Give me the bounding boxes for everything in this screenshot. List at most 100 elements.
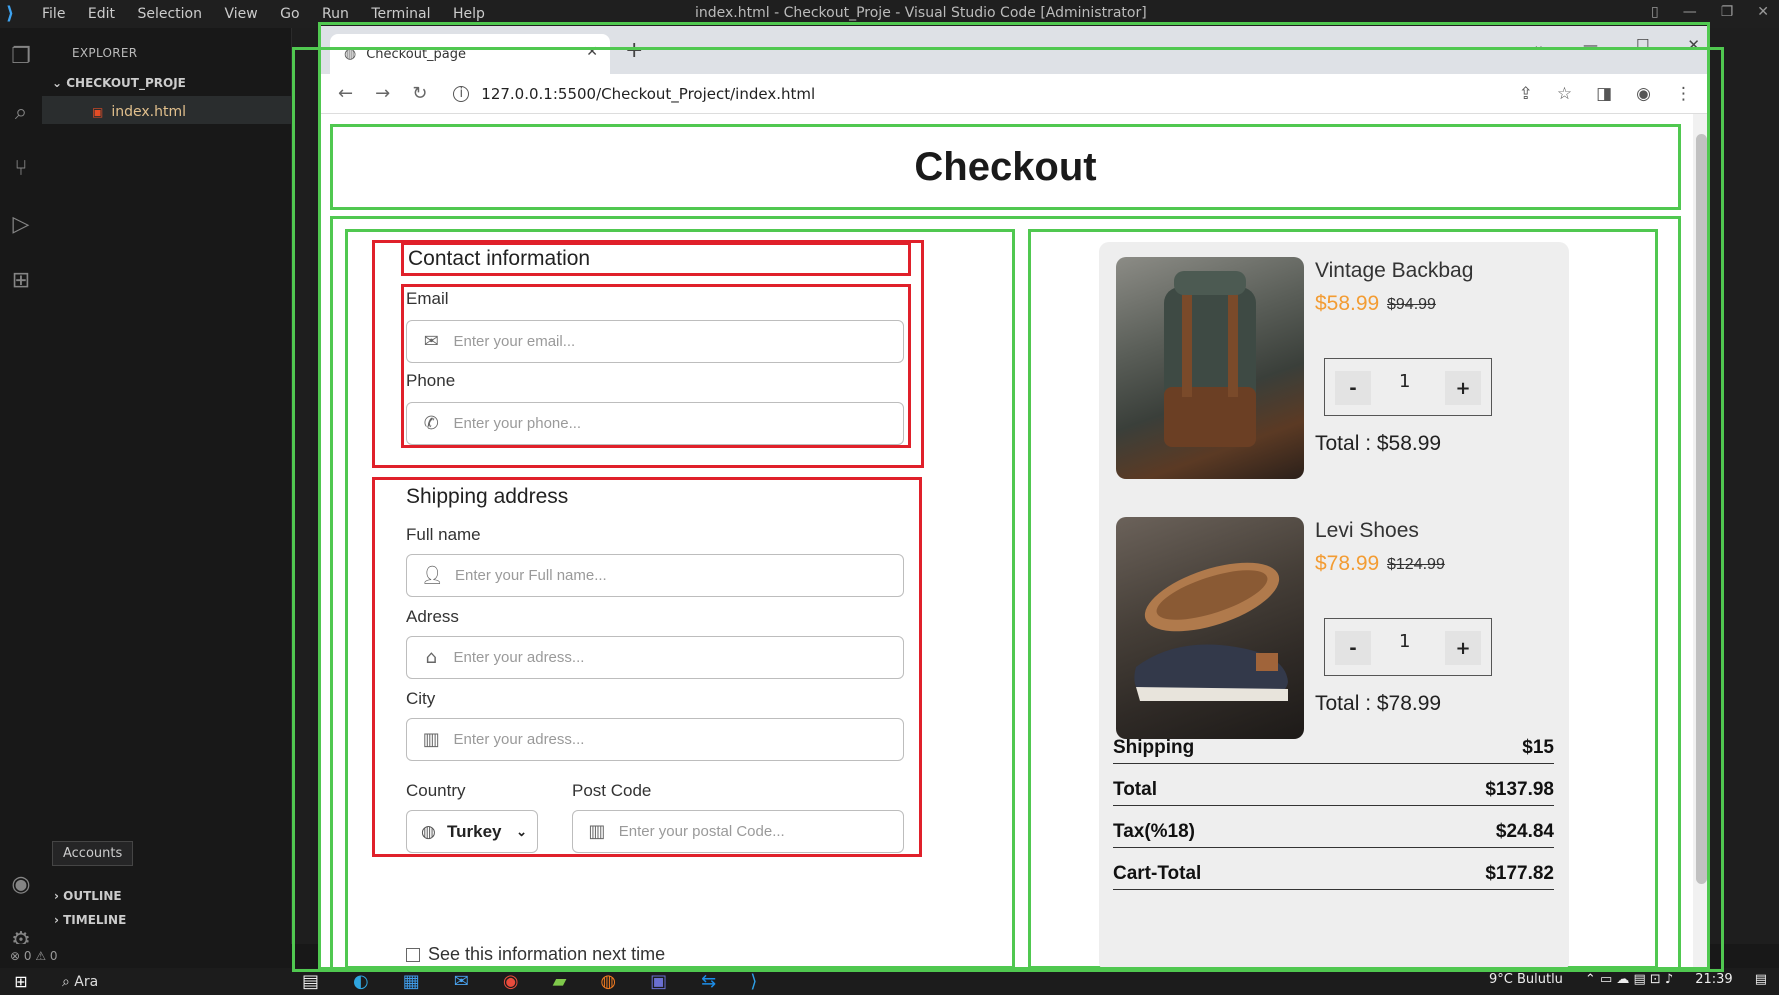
mail-icon[interactable]: ✉ [454, 971, 469, 992]
chevron-down-icon: ⌄ [516, 823, 527, 839]
site-info-icon[interactable]: i [453, 85, 470, 102]
run-debug-icon[interactable]: ▷ [0, 196, 42, 252]
task-view-icon[interactable]: ▤ [302, 971, 319, 992]
country-select[interactable]: ◍ Turkey ⌄ [406, 810, 538, 853]
address-field[interactable]: ⌂ [406, 636, 904, 679]
store-icon[interactable]: ▦ [403, 971, 420, 992]
menu-selection[interactable]: Selection [137, 6, 202, 22]
phone-field[interactable]: ✆ [406, 402, 904, 445]
city-field[interactable]: ▥ [406, 718, 904, 761]
summary-row-total: Total $137.98 [1113, 776, 1554, 806]
tab-close-icon[interactable]: ✕ [586, 44, 598, 60]
qty-value[interactable]: 1 [1399, 371, 1410, 392]
timeline-label: TIMELINE [63, 913, 127, 927]
html-file-icon: ▣ [92, 105, 104, 119]
address-label: Adress [406, 607, 459, 626]
explorer-icon[interactable]: ❐ [0, 28, 42, 84]
clock[interactable]: 21:39 [1695, 972, 1732, 987]
minimize-icon[interactable]: — [1683, 4, 1697, 20]
reload-icon[interactable]: ↻ [412, 83, 427, 104]
scrollbar-thumb[interactable] [1696, 134, 1707, 884]
menu-view[interactable]: View [224, 6, 257, 22]
share-icon[interactable]: ⇪ [1519, 84, 1533, 104]
chrome-icon[interactable]: ◉ [503, 971, 519, 992]
increase-qty-button[interactable]: + [1445, 631, 1481, 665]
file-item-index[interactable]: ▣ index.html [42, 96, 291, 124]
product-price: $78.99 [1315, 552, 1380, 575]
new-tab-icon[interactable]: + [625, 38, 643, 63]
tab-search-chevron-icon[interactable]: ⌄ [1532, 36, 1545, 54]
menu-go[interactable]: Go [280, 6, 299, 22]
folder-item[interactable]: ⌄ CHECKOUT_PROJE [42, 60, 291, 90]
browser-window-controls: ⌄ — ☐ ✕ [1532, 36, 1700, 54]
explorer-sidebar: EXPLORER ⌄ CHECKOUT_PROJE ▣ index.html › … [42, 28, 292, 968]
browser-actions: ⇪ ☆ ◨ ◉ ⋮ [1519, 84, 1692, 104]
email-field[interactable]: ✉ [406, 320, 904, 363]
side-panel-icon[interactable]: ◨ [1596, 84, 1612, 104]
layout-icon[interactable]: ▯ [1651, 4, 1659, 20]
save-info-row[interactable]: See this information next time [406, 944, 665, 965]
accounts-icon[interactable]: ◉ [0, 856, 42, 912]
teams-icon[interactable]: ▣ [650, 971, 667, 992]
decrease-qty-button[interactable]: - [1335, 371, 1371, 405]
activity-bar: ❐ ⌕ ⑂ ▷ ⊞ ◉ ⚙ [0, 28, 42, 968]
email-input[interactable] [453, 333, 903, 350]
browser-maximize-icon[interactable]: ☐ [1636, 36, 1649, 54]
bookmark-star-icon[interactable]: ☆ [1557, 84, 1572, 104]
taskbar-search[interactable]: ⌕ Ara [62, 974, 262, 990]
qty-value[interactable]: 1 [1399, 631, 1410, 652]
decrease-qty-button[interactable]: - [1335, 631, 1371, 665]
notification-icon[interactable]: ▤ [1755, 972, 1767, 987]
fullname-field[interactable]: 👤︎ [406, 554, 904, 597]
url-text[interactable]: 127.0.0.1:5500/Checkout_Project/index.ht… [481, 85, 815, 103]
taskbar-apps: ▤ ◐ ▦ ✉ ◉ ▰ ◍ ▣ ⇆ ⟩ [302, 971, 757, 992]
menu-run[interactable]: Run [322, 6, 349, 22]
menu-terminal[interactable]: Terminal [371, 6, 430, 22]
timeline-section[interactable]: › TIMELINE [42, 908, 292, 932]
windows-taskbar: ⊞ ⌕ Ara ▤ ◐ ▦ ✉ ◉ ▰ ◍ ▣ ⇆ ⟩ 9°C Bulutlu … [0, 968, 1779, 995]
phone-input[interactable] [453, 415, 903, 432]
source-control-icon[interactable]: ⑂ [0, 140, 42, 196]
forward-arrow-icon[interactable]: → [375, 83, 390, 104]
browser-close-icon[interactable]: ✕ [1687, 36, 1700, 54]
summary-row-shipping: Shipping $15 [1113, 734, 1554, 764]
back-arrow-icon[interactable]: ← [338, 83, 353, 104]
windows-start-icon[interactable]: ⊞ [0, 972, 42, 991]
tab-checkout-page[interactable]: ◍ Checkout_page ✕ [330, 34, 610, 74]
page-scrollbar[interactable] [1693, 114, 1710, 970]
menu-edit[interactable]: Edit [88, 6, 115, 22]
product-old-price: $94.99 [1387, 296, 1436, 313]
teamviewer-icon[interactable]: ⇆ [701, 971, 716, 992]
address-bar[interactable]: i 127.0.0.1:5500/Checkout_Project/index.… [453, 85, 815, 103]
postcode-field[interactable]: ▥ [572, 810, 904, 853]
firefox-icon[interactable]: ◍ [600, 971, 616, 992]
save-info-checkbox[interactable] [406, 947, 420, 962]
quantity-stepper: - 1 + [1324, 358, 1492, 416]
postcode-input[interactable] [618, 823, 903, 840]
notepad-icon[interactable]: ▰ [553, 971, 567, 992]
city-input[interactable] [453, 731, 903, 748]
menu-file[interactable]: File [42, 6, 65, 22]
vscode-taskbar-icon[interactable]: ⟩ [750, 971, 757, 992]
more-menu-icon[interactable]: ⋮ [1675, 84, 1692, 104]
browser-minimize-icon[interactable]: — [1583, 36, 1598, 54]
edge-icon[interactable]: ◐ [353, 971, 369, 992]
search-icon[interactable]: ⌕ [0, 84, 42, 140]
restore-icon[interactable]: ❐ [1721, 4, 1734, 20]
tray-icons[interactable]: ⌃ ▭ ☁ ▤ ⊡ ♪ [1585, 972, 1673, 987]
close-icon[interactable]: ✕ [1757, 4, 1769, 20]
fullname-input[interactable] [455, 567, 903, 584]
window-title: index.html - Checkout_Proje - Visual Stu… [695, 5, 1147, 21]
shoes-image [1116, 517, 1304, 739]
profile-avatar-icon[interactable]: ◉ [1636, 84, 1651, 104]
product-old-price: $124.99 [1387, 556, 1445, 573]
extensions-icon[interactable]: ⊞ [0, 252, 42, 308]
increase-qty-button[interactable]: + [1445, 371, 1481, 405]
menu-help[interactable]: Help [453, 6, 485, 22]
user-icon: 👤︎ [421, 565, 444, 586]
problems-status[interactable]: ⊗ 0 ⚠ 0 [10, 949, 58, 963]
outline-section[interactable]: › OUTLINE [42, 884, 292, 908]
address-input[interactable] [453, 649, 903, 666]
shipping-title: Shipping address [406, 485, 569, 508]
weather-text[interactable]: 9°C Bulutlu [1489, 972, 1563, 987]
